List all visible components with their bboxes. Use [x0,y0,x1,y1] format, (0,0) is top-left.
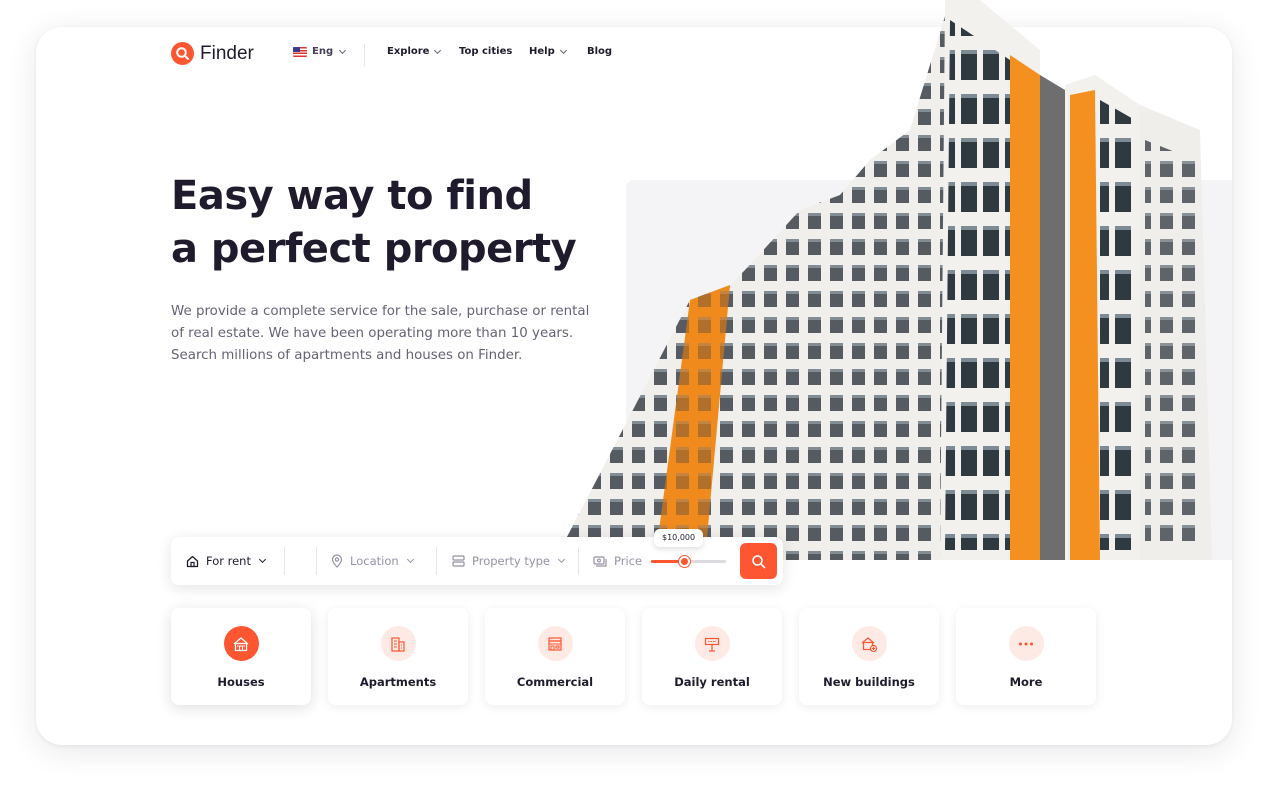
building-type-icon [452,555,465,567]
category-new-buildings[interactable]: New buildings [799,608,939,705]
chevron-down-icon [406,555,414,564]
apartment-building-image [555,0,1212,560]
search-button[interactable] [740,543,777,579]
language-label: Eng [312,46,334,57]
logo-text: Finder [200,42,254,64]
hero-title-line-2: a perfect property [171,226,577,272]
hero-description: We provide a complete service for the sa… [171,301,601,367]
price-tooltip: $10,000 [654,529,704,547]
category-icon-wrap [694,626,730,661]
price-label: Price [614,554,643,568]
category-icon-wrap [851,626,887,661]
hero-description-line: Search millions of apartments and houses… [171,348,523,363]
rent-mode-label: For rent [206,554,251,568]
new-building-icon [861,636,878,652]
chevron-down-icon [339,46,347,54]
shop-icon [548,636,562,651]
search-logo-icon [171,42,194,65]
price-slider[interactable] [651,556,726,567]
location-dropdown[interactable]: Location [331,537,414,585]
category-label: Commercial [516,675,594,689]
category-daily-rental[interactable]: Daily rental [642,608,782,705]
property-type-dropdown[interactable]: Property type [452,537,566,585]
category-label: New buildings [823,675,915,689]
map-pin-icon [331,554,343,568]
category-more[interactable]: More [956,608,1096,705]
category-icon-wrap [537,626,573,661]
house-icon [233,636,249,651]
logo[interactable]: Finder [171,42,254,65]
apartment-icon [391,636,405,652]
language-selector[interactable]: Eng [293,46,347,57]
category-apartments[interactable]: Apartments [328,608,468,705]
category-icon-wrap [223,626,259,661]
search-icon [752,554,766,568]
search-divider [284,547,285,575]
rent-mode-dropdown[interactable]: For rent [186,537,267,585]
category-icon-wrap [1008,626,1044,661]
property-search-bar: For rent Location Property type Price $1… [171,529,783,585]
nav-top-cities-label: Top cities [459,46,513,57]
chevron-down-icon [258,555,267,564]
category-commercial[interactable]: Commercial [485,608,625,705]
dots-icon [1019,642,1033,645]
money-icon [593,555,607,567]
category-label: More [1009,675,1043,689]
hero-title-line-1: Easy way to find [171,173,533,219]
us-flag-icon [293,46,307,57]
hero-description-line: We provide a complete service for the sa… [171,304,590,319]
home-icon [186,555,199,567]
header-divider [364,44,365,66]
price-filter: Price [593,537,642,585]
chevron-down-icon [557,555,566,564]
category-label: Daily rental [674,675,750,689]
search-divider [316,547,317,575]
chevron-down-icon [434,46,442,54]
price-slider-handle[interactable] [679,556,691,567]
search-divider [436,547,437,575]
category-label: Houses [217,675,265,689]
property-type-placeholder: Property type [472,554,551,568]
hero-description-line: of real estate. We have been operating m… [171,326,574,341]
category-icon-wrap [380,626,416,661]
nav-explore[interactable]: Explore [387,46,442,57]
rent-sign-icon [704,637,720,652]
category-label: Apartments [359,675,437,689]
category-houses[interactable]: Houses [171,608,311,705]
nav-explore-label: Explore [387,46,430,57]
search-divider [578,547,579,575]
location-placeholder: Location [350,554,399,568]
nav-top-cities[interactable]: Top cities [459,46,512,57]
hero-title: Easy way to find a perfect property [171,170,577,276]
